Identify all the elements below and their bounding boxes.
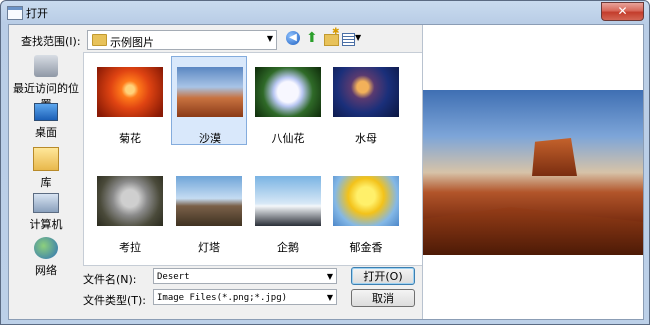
computer-icon (33, 193, 59, 213)
file-item[interactable]: 灯塔 (171, 172, 247, 261)
file-item[interactable]: 菊花 (92, 63, 168, 152)
file-item[interactable]: 沙漠 (171, 56, 247, 145)
title-bar[interactable]: 打开 ✕ (1, 1, 649, 25)
file-thumbnail (255, 67, 321, 117)
file-thumbnail (97, 176, 163, 226)
preview-image (423, 90, 643, 255)
filename-input[interactable]: Desert ▼ (153, 268, 337, 284)
chevron-down-icon[interactable]: ▼ (327, 269, 333, 285)
desktop-icon (34, 103, 58, 121)
file-list[interactable]: 菊花 沙漠 八仙花 水母 考拉 灯塔 企鹅 郁金香 (83, 52, 423, 266)
recent-places-icon (34, 55, 58, 77)
back-icon[interactable]: ◀ (286, 31, 300, 45)
filetype-select[interactable]: Image Files(*.png;*.jpg) ▼ (153, 289, 337, 305)
place-desktop[interactable]: 桌面 (13, 103, 79, 140)
open-button[interactable]: 打开(O) (351, 267, 415, 285)
file-thumbnail (177, 67, 243, 117)
place-label: 桌面 (35, 126, 57, 139)
open-dialog: 打开 ✕ 查找范围(I): 示例图片 ▼ ◀ ⬆ ▼ 最近访问的位置 桌面 库 (0, 0, 650, 325)
preview-ground-shape (423, 207, 643, 255)
file-item[interactable]: 水母 (328, 63, 404, 152)
new-folder-icon[interactable] (324, 27, 340, 46)
lookin-dropdown[interactable]: 示例图片 ▼ (87, 30, 277, 50)
folder-icon (92, 34, 107, 46)
filename-label: 文件名(N): (83, 273, 137, 286)
place-label: 网络 (35, 264, 57, 277)
close-button[interactable]: ✕ (601, 2, 644, 21)
window-title: 打开 (26, 7, 48, 20)
window-icon (7, 6, 23, 20)
place-label: 库 (40, 176, 52, 189)
file-thumbnail (333, 176, 399, 226)
dialog-body: 查找范围(I): 示例图片 ▼ ◀ ⬆ ▼ 最近访问的位置 桌面 库 (8, 24, 644, 320)
place-network[interactable]: 网络 (13, 237, 79, 278)
file-thumbnail (176, 176, 242, 226)
lookin-label: 查找范围(I): (21, 35, 81, 48)
filetype-value: Image Files(*.png;*.jpg) (157, 293, 288, 303)
chevron-down-icon[interactable]: ▼ (355, 33, 361, 42)
place-computer[interactable]: 计算机 (13, 193, 79, 232)
file-name: 企鹅 (277, 241, 299, 254)
file-thumbnail (255, 176, 321, 226)
file-thumbnail (333, 67, 399, 117)
up-folder-icon[interactable]: ⬆ (306, 31, 322, 47)
view-menu-icon[interactable] (342, 33, 355, 46)
place-library[interactable]: 库 (13, 147, 79, 190)
library-icon (33, 147, 59, 171)
file-name: 沙漠 (199, 132, 221, 145)
places-bar: 最近访问的位置 桌面 库 计算机 网络 (13, 51, 79, 291)
file-name: 菊花 (119, 132, 141, 145)
file-name: 八仙花 (271, 132, 305, 145)
file-item[interactable]: 八仙花 (250, 63, 326, 152)
file-name: 水母 (355, 132, 377, 145)
cancel-button[interactable]: 取消 (351, 289, 415, 307)
filetype-label: 文件类型(T): (83, 294, 147, 307)
file-name: 灯塔 (198, 241, 220, 254)
preview-mesa-shape (532, 138, 577, 176)
file-name: 考拉 (119, 241, 141, 254)
filename-value: Desert (157, 272, 190, 282)
preview-pane (422, 25, 643, 319)
file-item[interactable]: 企鹅 (250, 172, 326, 261)
file-item[interactable]: 考拉 (92, 172, 168, 261)
file-item[interactable]: 郁金香 (328, 172, 404, 261)
chevron-down-icon: ▼ (266, 34, 273, 43)
lookin-value: 示例图片 (110, 36, 154, 49)
file-name: 郁金香 (349, 241, 383, 254)
place-label: 计算机 (29, 218, 63, 231)
file-thumbnail (97, 67, 163, 117)
chevron-down-icon[interactable]: ▼ (327, 290, 333, 306)
network-icon (34, 237, 58, 259)
